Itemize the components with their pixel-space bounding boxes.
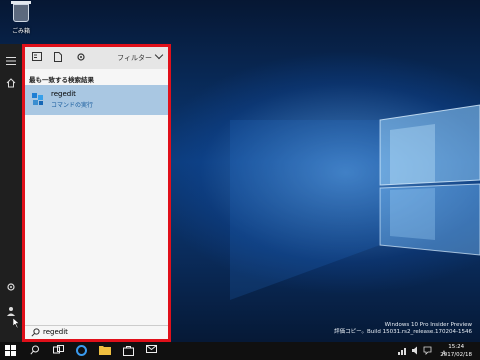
task-view-icon[interactable]: [52, 345, 64, 357]
result-name: regedit: [51, 90, 76, 98]
watermark-line-2: 評価コピー。Build 15031.rs2_release.170204-154…: [334, 329, 472, 335]
clock-date: 2017/02/18: [440, 352, 472, 358]
taskbar: A 15:24 2017/02/18: [0, 342, 480, 360]
recycle-bin-label: ごみ箱: [11, 28, 30, 35]
search-icon: [31, 328, 40, 337]
search-box[interactable]: regedit: [25, 325, 168, 339]
clock[interactable]: 15:24 2017/02/18: [440, 343, 472, 359]
hamburger-icon[interactable]: [4, 56, 18, 70]
watermark-line-1: Windows 10 Pro Insider Preview: [384, 322, 472, 328]
recycle-bin[interactable]: ごみ箱: [4, 1, 38, 44]
windows-logo-wallpaper: [230, 104, 480, 300]
panel-header: フィルター: [25, 47, 168, 69]
recycle-bin-icon: [11, 1, 31, 22]
best-match-result[interactable]: regedit コマンドの実行: [25, 85, 168, 115]
file-explorer-icon[interactable]: [99, 345, 111, 357]
search-input[interactable]: regedit: [43, 328, 68, 336]
start-icon[interactable]: [4, 345, 16, 357]
result-subtitle: コマンドの実行: [51, 102, 94, 109]
document-icon[interactable]: [52, 52, 64, 64]
filter-dropdown[interactable]: フィルター: [117, 50, 164, 65]
section-title: 最も一致する検索結果: [29, 76, 94, 84]
filter-label: フィルター: [117, 54, 152, 62]
chevron-down-icon: [154, 50, 164, 60]
start-menu-rail: [0, 44, 22, 342]
store-icon[interactable]: [122, 345, 134, 357]
search-panel: フィルター 最も一致する検索結果 regedit コマンドの実行 regedit: [22, 44, 171, 342]
system-tray: A: [397, 346, 446, 357]
regedit-icon: [32, 93, 43, 105]
build-watermark: Windows 10 Pro Insider Preview 評価コピー。Bui…: [334, 322, 472, 336]
settings-icon[interactable]: [75, 52, 87, 64]
app-icon[interactable]: [31, 52, 43, 64]
cortana-icon[interactable]: [29, 345, 41, 357]
home-icon[interactable]: [4, 78, 18, 92]
results-list: 最も一致する検索結果 regedit コマンドの実行: [25, 69, 168, 325]
mail-icon[interactable]: [145, 345, 157, 357]
edge-icon[interactable]: [75, 345, 87, 357]
settings-icon[interactable]: [4, 282, 18, 296]
clock-time: 15:24: [448, 344, 465, 350]
network-icon[interactable]: [397, 346, 438, 355]
